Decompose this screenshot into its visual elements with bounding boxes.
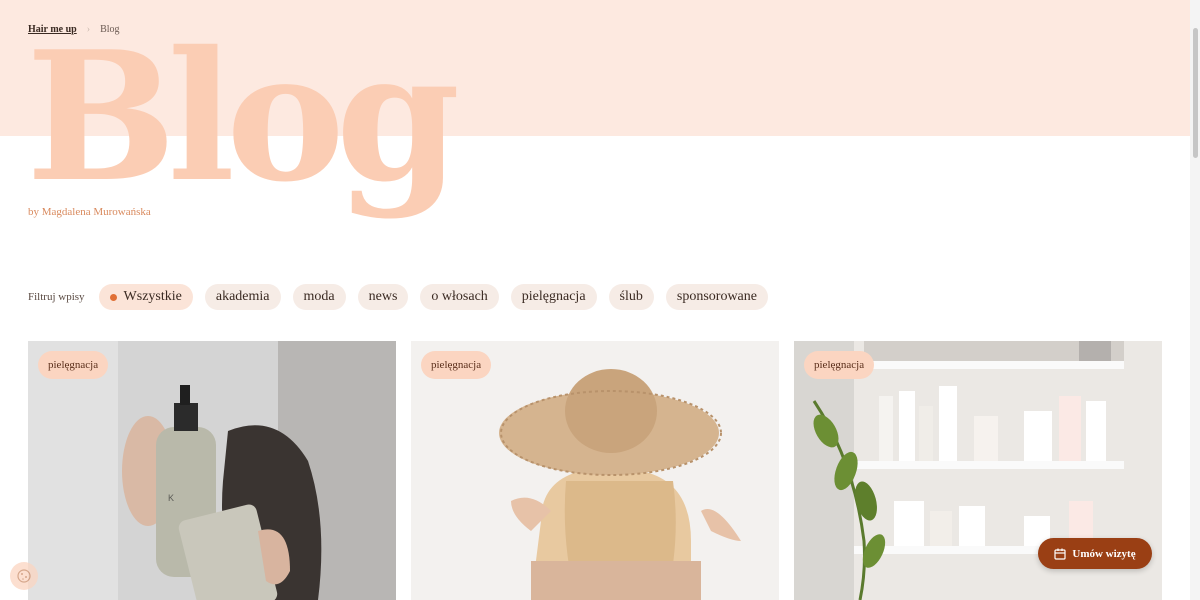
blog-card[interactable]: K pielęgnacja [28,341,396,600]
calendar-icon [1054,548,1066,560]
filter-chip-wszystkie[interactable]: Wszystkie [98,284,193,310]
filter-chip-moda[interactable]: moda [292,284,346,310]
svg-text:K: K [168,493,174,503]
page-title: Blog [26,12,460,221]
filter-label: Filtruj wpisy [28,291,85,303]
blog-card[interactable]: pielęgnacja [411,341,779,600]
scrollbar-thumb[interactable] [1193,28,1198,158]
card-tag[interactable]: pielęgnacja [421,351,492,379]
page-scrollbar[interactable] [1190,0,1200,600]
page-author: by Magdalena Murowańska [28,206,151,218]
filter-chip-label: Wszystkie [123,289,182,304]
filter-chip-o-wlosach[interactable]: o włosach [420,284,499,310]
filter-bar: Filtruj wpisy Wszystkie akademia moda ne… [28,284,768,310]
book-appointment-button[interactable]: Umów wizytę [1038,538,1152,569]
book-appointment-label: Umów wizytę [1072,547,1136,560]
cookie-settings-button[interactable] [10,562,38,590]
filter-chip-pielegnacja[interactable]: pielęgnacja [510,284,597,310]
card-tag[interactable]: pielęgnacja [38,351,109,379]
card-tag[interactable]: pielęgnacja [804,351,875,379]
cookie-icon [17,569,31,583]
filter-chip-akademia[interactable]: akademia [204,284,281,310]
woman-straw-hat-photo [411,341,779,600]
kevin-murphy-bottles-photo: K [28,341,396,600]
filter-chip-slub[interactable]: ślub [608,284,654,310]
filter-chip-sponsorowane[interactable]: sponsorowane [665,284,768,310]
filter-chip-news[interactable]: news [357,284,409,310]
active-dot-icon [109,293,117,301]
